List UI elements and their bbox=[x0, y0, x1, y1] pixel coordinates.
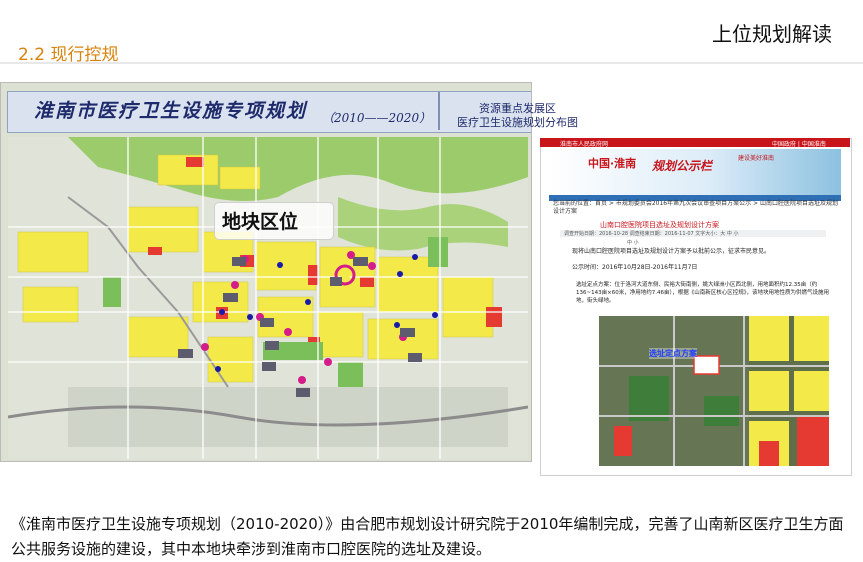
notice-site-name: 淮南市人民政府网 bbox=[560, 141, 609, 148]
map-subtitle-line2: 医疗卫生设施规划分布图 bbox=[457, 116, 578, 129]
facility-label bbox=[260, 318, 274, 327]
site-plan-label: 选址定点方案 bbox=[649, 348, 697, 359]
banner-divider bbox=[438, 92, 440, 130]
site-plan-map bbox=[599, 316, 829, 466]
facility-label bbox=[296, 388, 310, 397]
notice-dates: 调查开始日期：2016-10-28 调查结束日期：2016-11-07 文字大小… bbox=[564, 231, 739, 237]
planning-map bbox=[8, 137, 528, 459]
facility-label bbox=[223, 293, 239, 302]
map-title: 淮南市医疗卫生设施专项规划 bbox=[34, 100, 308, 122]
site-callout-label: 地块区位 bbox=[222, 211, 299, 233]
breadcrumb: 您当前的位置：首页 > 市规划委员会2016年第九次会议审查项目方案公示 > 山… bbox=[553, 200, 838, 215]
page-title: 上位规划解读 bbox=[712, 22, 832, 46]
notice-body: 选址定点方案：位于洛河大道东侧、民裕大街南侧，姚大绿洲小区西北侧，用地面积约12… bbox=[576, 282, 829, 304]
header-divider bbox=[0, 62, 863, 64]
facility-label bbox=[262, 362, 276, 371]
notice-logo: 中国·淮南 bbox=[588, 157, 637, 170]
facility-label bbox=[353, 257, 369, 266]
facility-label bbox=[178, 349, 194, 358]
facility-label bbox=[400, 328, 416, 337]
notice-period: 公示时间：2016年10月28日-2016年11月7日 bbox=[572, 264, 698, 271]
facility-label bbox=[265, 341, 279, 350]
facility-label bbox=[408, 353, 422, 362]
notice-intro: 现将山南口腔医院项目选址及规划设计方案予以批前公示，征求市民意见。 bbox=[572, 248, 771, 255]
notice-top-links: 中国政府 | 中国淮南 bbox=[772, 141, 826, 148]
notice-title: 山南口腔医院项目选址及规划设计方案 bbox=[600, 221, 719, 229]
caption-text: 《淮南市医疗卫生设施专项规划（2010-2020）》由合肥市规划设计研究院于20… bbox=[11, 515, 844, 558]
facility-label bbox=[330, 277, 342, 286]
notice-slogan: 建设美好淮南 bbox=[738, 155, 775, 162]
notice-board-title: 规划公示栏 bbox=[652, 159, 713, 173]
facility-label bbox=[232, 257, 246, 266]
text-size-options: 中 小 bbox=[627, 240, 639, 246]
map-years: （2010——2020） bbox=[322, 111, 432, 125]
